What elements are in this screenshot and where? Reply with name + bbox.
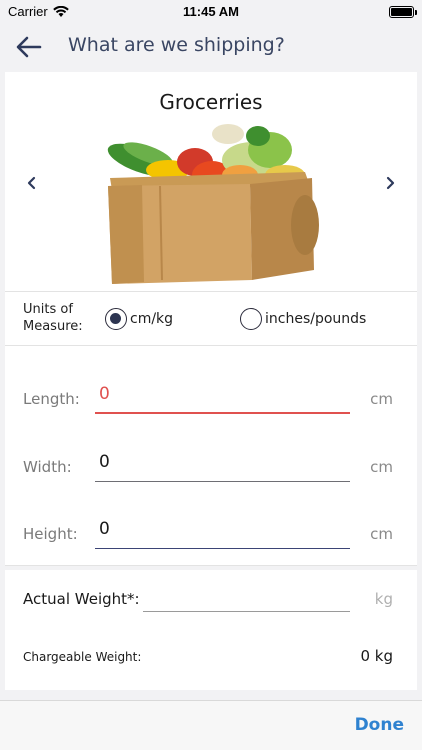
section-divider — [5, 566, 417, 570]
width-row: Width: 0 cm — [5, 446, 417, 486]
chevron-right-icon — [386, 176, 395, 190]
done-button[interactable]: Done — [355, 715, 404, 735]
radio-inches-pounds-label: inches/pounds — [265, 311, 367, 327]
page-title: What are we shipping? — [68, 34, 285, 56]
next-product-button[interactable] — [381, 174, 399, 192]
length-label: Length: — [23, 390, 80, 408]
radio-cm-kg-label: cm/kg — [130, 311, 174, 327]
weights-section: Actual Weight*: kg Chargeable Weight: 0 … — [5, 566, 417, 690]
back-button[interactable] — [14, 34, 44, 60]
battery-icon — [389, 6, 417, 18]
units-of-measure-row: Units of Measure: cm/kg inches/pounds — [5, 292, 417, 346]
length-row: Length: 0 cm — [5, 378, 417, 418]
chargeable-weight-value: 0 kg — [360, 647, 393, 665]
status-bar: Carrier 11:45 AM — [0, 0, 422, 24]
radio-cm-kg[interactable]: cm/kg — [105, 308, 173, 330]
product-name: Grocerries — [159, 90, 263, 114]
chevron-left-icon — [27, 176, 36, 190]
height-unit: cm — [370, 525, 393, 543]
back-arrow-icon — [16, 36, 42, 58]
actual-weight-input[interactable] — [143, 586, 350, 612]
length-unit: cm — [370, 390, 393, 408]
width-unit: cm — [370, 458, 393, 476]
bottom-toolbar: Done — [0, 700, 422, 750]
width-input[interactable]: 0 — [95, 448, 350, 482]
actual-weight-label: Actual Weight*: — [23, 590, 140, 608]
nav-bar: What are we shipping? — [0, 24, 422, 70]
previous-product-button[interactable] — [23, 174, 41, 192]
grocery-bag-image — [107, 124, 319, 284]
chargeable-weight-label: Chargeable Weight: — [23, 650, 142, 664]
height-label: Height: — [23, 525, 78, 543]
radio-unselected-icon — [240, 308, 262, 330]
actual-weight-unit: kg — [374, 590, 393, 608]
product-selector: Grocerries — [5, 72, 417, 292]
width-label: Width: — [23, 458, 72, 476]
shipping-form-card: Grocerries Units of Measure: cm/kg inche… — [5, 72, 417, 690]
status-time: 11:45 AM — [183, 4, 239, 19]
dimensions-section: Length: 0 cm Width: 0 cm Height: 0 cm — [5, 346, 417, 566]
height-input[interactable]: 0 — [95, 515, 350, 549]
height-row: Height: 0 cm — [5, 513, 417, 553]
units-label: Units of Measure: — [23, 302, 83, 334]
radio-inches-pounds[interactable]: inches/pounds — [240, 308, 366, 330]
length-input[interactable]: 0 — [95, 380, 350, 414]
radio-selected-icon — [105, 308, 127, 330]
